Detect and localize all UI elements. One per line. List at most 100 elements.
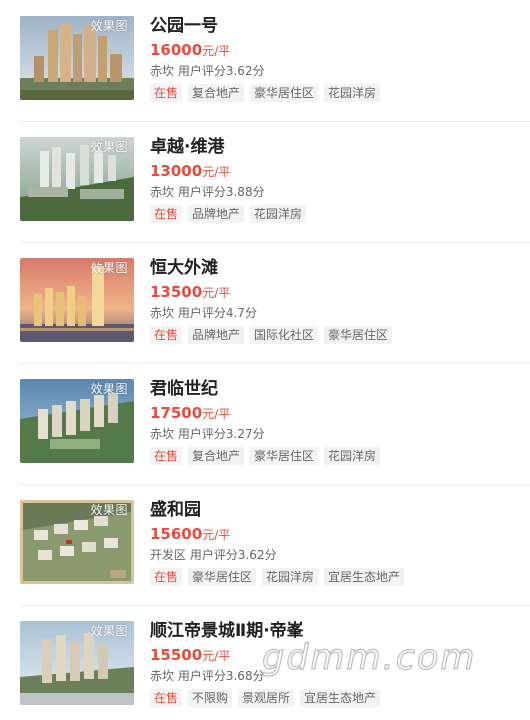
property-card[interactable]: 效果图 顺江帝景城Ⅱ期·帝峯 15500元/平 赤坎 用户评分3.68分 在售 …	[0, 605, 530, 720]
rating-value: 3.27分	[225, 427, 265, 441]
render-badge: 效果图	[90, 19, 128, 33]
property-card[interactable]: 效果图 盛和园 15600元/平 开发区 用户评分3.62分 在售 豪华居住区 …	[0, 484, 530, 606]
property-name[interactable]: 公园一号	[150, 14, 530, 38]
property-name[interactable]: 盛和园	[150, 498, 530, 522]
property-card[interactable]: 效果图 君临世纪 17500元/平 赤坎 用户评分3.27分 在售 复合地产 豪…	[0, 363, 530, 485]
tag-list: 在售 复合地产 豪华居住区 花园洋房	[150, 447, 530, 465]
feature-tag: 花园洋房	[250, 205, 307, 223]
property-thumbnail[interactable]: 效果图	[20, 500, 134, 584]
feature-tag: 豪华居住区	[250, 447, 319, 465]
tag-list: 在售 豪华居住区 花园洋房 宜居生态地产	[150, 568, 530, 586]
property-thumbnail[interactable]: 效果图	[20, 621, 134, 705]
price-unit: 元/平	[202, 165, 231, 179]
rating-label: 用户评分	[177, 64, 226, 78]
rating-value: 3.62分	[225, 64, 265, 78]
rating-label: 用户评分	[177, 306, 226, 320]
feature-tag: 豪华居住区	[250, 84, 319, 102]
price-value: 13500	[150, 283, 203, 301]
property-meta: 赤坎 用户评分3.88分	[150, 183, 530, 201]
district: 赤坎	[150, 64, 175, 78]
tag-list: 在售 品牌地产 花园洋房	[150, 205, 530, 223]
property-price: 13000元/平	[150, 161, 530, 181]
feature-tag: 豪华居住区	[324, 326, 393, 344]
rating-label: 用户评分	[177, 427, 226, 441]
property-meta: 赤坎 用户评分4.7分	[150, 304, 530, 322]
price-value: 15500	[150, 646, 203, 664]
property-meta: 开发区 用户评分3.62分	[150, 546, 530, 564]
feature-tag: 品牌地产	[188, 205, 245, 223]
property-info: 君临世纪 17500元/平 赤坎 用户评分3.27分 在售 复合地产 豪华居住区…	[150, 377, 530, 465]
render-badge: 效果图	[90, 624, 128, 638]
render-badge: 效果图	[90, 382, 128, 396]
status-tag: 在售	[150, 447, 183, 465]
status-tag: 在售	[150, 84, 183, 102]
rating-label: 用户评分	[177, 185, 226, 199]
price-unit: 元/平	[202, 649, 231, 663]
tag-list: 在售 不限购 景观居所 宜居生态地产	[150, 689, 530, 707]
price-value: 13000	[150, 162, 203, 180]
status-tag: 在售	[150, 205, 183, 223]
property-thumbnail[interactable]: 效果图	[20, 258, 134, 342]
property-card[interactable]: 效果图 恒大外滩 13500元/平 赤坎 用户评分4.7分 在售 品牌地产 国际…	[0, 242, 530, 364]
property-thumbnail[interactable]: 效果图	[20, 379, 134, 463]
render-badge: 效果图	[90, 503, 128, 517]
property-price: 17500元/平	[150, 403, 530, 423]
rating-label: 用户评分	[189, 548, 238, 562]
property-meta: 赤坎 用户评分3.27分	[150, 425, 530, 443]
property-thumbnail[interactable]: 效果图	[20, 137, 134, 221]
rating-value: 4.7分	[225, 306, 257, 320]
tag-list: 在售 品牌地产 国际化社区 豪华居住区	[150, 326, 530, 344]
property-card[interactable]: 效果图 公园一号 16000元/平 赤坎 用户评分3.62分 在售 复合地产 豪…	[0, 0, 530, 122]
feature-tag: 豪华居住区	[188, 568, 257, 586]
rating-label: 用户评分	[177, 669, 226, 683]
price-unit: 元/平	[202, 528, 231, 542]
feature-tag: 国际化社区	[250, 326, 319, 344]
district: 赤坎	[150, 306, 175, 320]
property-price: 13500元/平	[150, 282, 530, 302]
feature-tag: 花园洋房	[262, 568, 319, 586]
feature-tag: 花园洋房	[324, 447, 381, 465]
price-unit: 元/平	[202, 407, 231, 421]
status-tag: 在售	[150, 326, 183, 344]
tag-list: 在售 复合地产 豪华居住区 花园洋房	[150, 84, 530, 102]
property-name[interactable]: 顺江帝景城Ⅱ期·帝峯	[150, 619, 530, 643]
rating-value: 3.68分	[225, 669, 265, 683]
property-price: 16000元/平	[150, 40, 530, 60]
district: 赤坎	[150, 427, 175, 441]
property-name[interactable]: 君临世纪	[150, 377, 530, 401]
district: 赤坎	[150, 669, 175, 683]
property-info: 恒大外滩 13500元/平 赤坎 用户评分4.7分 在售 品牌地产 国际化社区 …	[150, 256, 530, 344]
property-info: 盛和园 15600元/平 开发区 用户评分3.62分 在售 豪华居住区 花园洋房…	[150, 498, 530, 586]
property-info: 卓越·维港 13000元/平 赤坎 用户评分3.88分 在售 品牌地产 花园洋房	[150, 135, 530, 223]
status-tag: 在售	[150, 568, 183, 586]
render-badge: 效果图	[90, 140, 128, 154]
feature-tag: 花园洋房	[324, 84, 381, 102]
price-value: 16000	[150, 41, 203, 59]
property-price: 15500元/平	[150, 645, 530, 665]
property-name[interactable]: 恒大外滩	[150, 256, 530, 280]
status-tag: 在售	[150, 689, 183, 707]
feature-tag: 复合地产	[188, 447, 245, 465]
rating-value: 3.88分	[225, 185, 265, 199]
property-card[interactable]: 效果图 卓越·维港 13000元/平 赤坎 用户评分3.88分 在售 品牌地产 …	[0, 121, 530, 243]
property-meta: 赤坎 用户评分3.62分	[150, 62, 530, 80]
price-value: 15600	[150, 525, 203, 543]
feature-tag: 品牌地产	[188, 326, 245, 344]
feature-tag: 不限购	[188, 689, 233, 707]
render-badge: 效果图	[90, 261, 128, 275]
property-info: 公园一号 16000元/平 赤坎 用户评分3.62分 在售 复合地产 豪华居住区…	[150, 14, 530, 102]
feature-tag: 景观居所	[238, 689, 295, 707]
price-unit: 元/平	[202, 44, 231, 58]
feature-tag: 宜居生态地产	[300, 689, 381, 707]
district: 开发区	[150, 548, 187, 562]
property-price: 15600元/平	[150, 524, 530, 544]
rating-value: 3.62分	[237, 548, 277, 562]
property-info: 顺江帝景城Ⅱ期·帝峯 15500元/平 赤坎 用户评分3.68分 在售 不限购 …	[150, 619, 530, 707]
property-meta: 赤坎 用户评分3.68分	[150, 667, 530, 685]
district: 赤坎	[150, 185, 175, 199]
price-value: 17500	[150, 404, 203, 422]
feature-tag: 复合地产	[188, 84, 245, 102]
property-name[interactable]: 卓越·维港	[150, 135, 530, 159]
price-unit: 元/平	[202, 286, 231, 300]
property-thumbnail[interactable]: 效果图	[20, 16, 134, 100]
